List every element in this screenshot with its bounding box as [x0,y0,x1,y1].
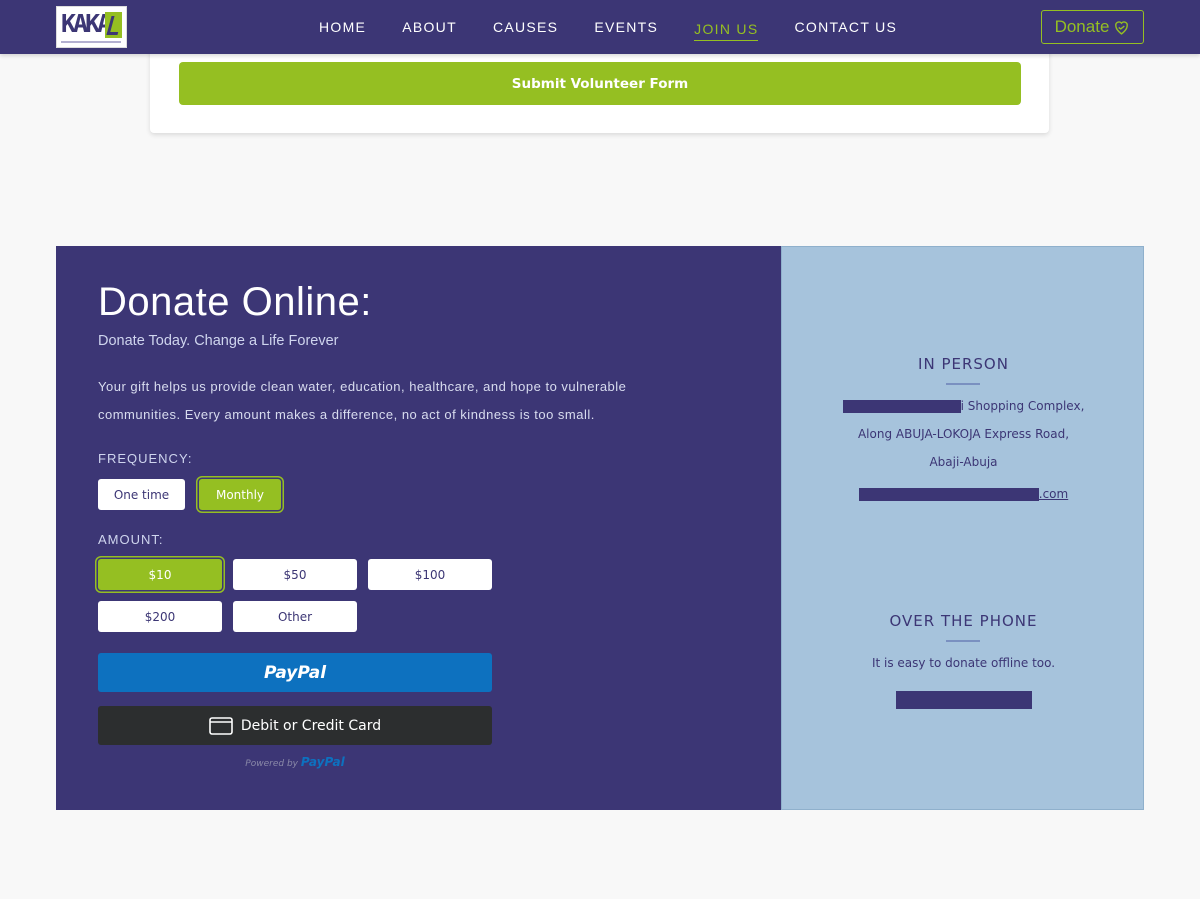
paypal-button[interactable]: PayPal [98,653,492,692]
over-the-phone-heading: OVER THE PHONE [889,612,1038,630]
phone-number [782,691,1145,709]
amount-other-button[interactable]: Other [233,601,357,632]
amount-50-button[interactable]: $50 [233,559,357,590]
frequency-label: FREQUENCY: [98,451,193,466]
amount-200-button[interactable]: $200 [98,601,222,632]
phone-description: It is easy to donate offline too. [871,656,1056,670]
redacted-block [842,400,961,413]
logo-tagline-line [61,41,121,43]
debit-credit-card-button[interactable]: Debit or Credit Card [98,706,492,745]
credit-card-icon [209,716,233,735]
amount-label: AMOUNT: [98,532,164,547]
address-line-1: i Shopping Complex, [782,399,1145,413]
donate-description: Your gift helps us provide clean water, … [98,379,627,422]
powered-by-brand: PayPal [300,755,345,769]
address-line-2: Along ABUJA-LOKOJA Express Road, [857,427,1070,441]
redacted-block [858,488,1039,501]
nav-item-join-us[interactable]: JOIN US [694,13,759,41]
address-line-1-suffix: i Shopping Complex, [960,399,1085,413]
in-person-heading: IN PERSON [918,355,1009,373]
in-person-divider [946,383,980,385]
powered-by-paypal: Powered by PayPal [98,755,492,769]
donate-online-panel: Donate Online: Donate Today. Change a Li… [56,246,781,810]
nav-item-about[interactable]: ABOUT [402,11,457,43]
card-button-label: Debit or Credit Card [240,717,382,734]
nav-item-contact-us[interactable]: CONTACT US [794,11,897,43]
logo[interactable]: KAKA [56,6,127,48]
nav-item-home[interactable]: HOME [319,11,366,43]
amount-100-button[interactable]: $100 [368,559,492,590]
submit-volunteer-form-button[interactable]: Submit Volunteer Form [179,62,1021,105]
paypal-logo-text: PayPal [263,662,327,683]
logo-mark [105,12,122,38]
nav-item-causes[interactable]: CAUSES [493,11,558,43]
phone-divider [946,640,980,642]
donate-title: Donate Online: [98,280,372,324]
amount-10-button[interactable]: $10 [98,559,222,590]
frequency-monthly-button[interactable]: Monthly [199,479,281,510]
nav-donate-label: Donate [1054,17,1110,36]
heart-hand-icon [1115,20,1129,35]
nav-donate-button[interactable]: Donate [1041,10,1144,44]
email-suffix: .com [1038,487,1069,501]
redacted-block [895,691,1032,709]
nav-menu: HOME ABOUT CAUSES EVENTS JOIN US CONTACT… [319,0,933,54]
offline-donation-panel: IN PERSON i Shopping Complex, Along ABUJ… [781,246,1144,810]
donate-subtitle: Donate Today. Change a Life Forever [98,333,339,349]
top-nav: KAKA HOME ABOUT CAUSES EVENTS JOIN US CO… [0,0,1200,54]
frequency-one-time-button[interactable]: One time [98,479,185,510]
logo-text: KAKA [61,9,112,38]
nav-item-events[interactable]: EVENTS [594,11,658,43]
address-line-3: Abaji-Abuja [929,455,998,469]
powered-by-text: Powered by [245,759,298,769]
contact-email-link[interactable]: .com [782,487,1145,501]
